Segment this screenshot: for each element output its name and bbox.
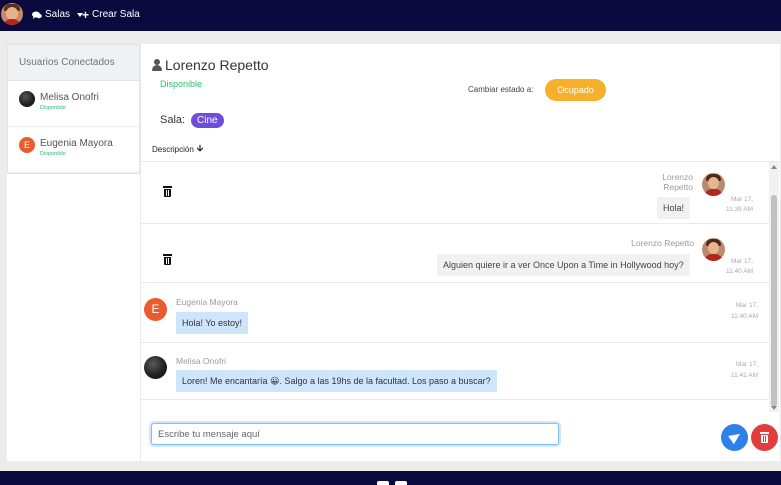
plus-icon: + xyxy=(82,8,90,22)
trash-icon xyxy=(760,432,769,443)
set-busy-button[interactable]: Ocupado xyxy=(545,79,606,101)
connected-users-panel: Usuarios Conectados Melisa Onofri Dispon… xyxy=(7,44,140,174)
scroll-down-icon[interactable] xyxy=(771,406,777,410)
message-time: 11:40 AM xyxy=(726,268,753,275)
message-date: Mar 17, xyxy=(735,361,758,368)
top-navbar: Salas + Crear Sala xyxy=(0,0,781,31)
room-user-status: Disponible xyxy=(160,79,203,89)
description-label: Descripción xyxy=(152,144,194,154)
change-status-label: Cambiar estado a: xyxy=(468,85,534,94)
message-date: Mar 17, xyxy=(730,258,753,265)
chat-room: Lorenzo Repetto Disponible Cambiar estad… xyxy=(140,44,781,461)
footer xyxy=(0,471,781,485)
current-user-avatar[interactable] xyxy=(1,3,23,25)
avatar xyxy=(144,356,167,379)
room-user-name: Lorenzo Repetto xyxy=(165,57,269,73)
sala-badge: Cine xyxy=(191,113,224,128)
connected-user-status: Disponible xyxy=(40,151,66,157)
footer-icon xyxy=(377,481,389,485)
message-time: 11:40 AM xyxy=(731,313,758,320)
message-item: Lorenzo Repetto Hola! Mar 17, 11:39 AM xyxy=(141,162,769,224)
connected-users-header: Usuarios Conectados xyxy=(8,45,139,81)
send-button[interactable] xyxy=(721,424,748,451)
paper-plane-icon xyxy=(728,429,743,445)
footer-icon xyxy=(395,481,407,485)
salas-dropdown[interactable]: Salas xyxy=(32,8,84,22)
message-sender: Lorenzo Repetto xyxy=(662,172,693,192)
crear-sala-label: Crear Sala xyxy=(92,9,140,20)
message-sender: Eugenia Mayora xyxy=(176,297,238,307)
connected-user-item[interactable]: Melisa Onofri Disponible xyxy=(8,81,139,127)
message-bubble: Hola! xyxy=(657,197,691,219)
message-item: Melisa Onofri Loren! Me encantaría 😀. Sa… xyxy=(141,343,769,400)
comments-icon xyxy=(32,11,42,19)
avatar: E xyxy=(19,137,35,153)
connected-user-name: Melisa Onofri xyxy=(40,92,99,103)
scroll-thumb[interactable] xyxy=(771,195,777,407)
message-item: E Eugenia Mayora Hola! Yo estoy! Mar 17,… xyxy=(141,283,769,343)
message-input[interactable] xyxy=(151,423,559,445)
clear-messages-button[interactable] xyxy=(751,424,778,451)
message-sender: Lorenzo Repetto xyxy=(631,238,694,248)
connected-user-name: Eugenia Mayora xyxy=(40,138,113,149)
message-time: 11:41 AM xyxy=(731,372,758,379)
message-bubble: Loren! Me encantaría 😀. Salgo a las 19hs… xyxy=(176,370,497,392)
message-date: Mar 17, xyxy=(730,196,753,203)
crear-sala-link[interactable]: + Crear Sala xyxy=(82,8,140,22)
trash-icon[interactable] xyxy=(163,254,172,265)
scroll-up-icon[interactable] xyxy=(771,165,777,169)
message-item: Lorenzo Repetto Alguien quiere ir a ver … xyxy=(141,224,769,283)
connected-user-status: Disponible xyxy=(40,105,66,111)
avatar xyxy=(19,91,35,107)
sala-label: Sala: xyxy=(160,114,186,126)
message-time: 11:39 AM xyxy=(726,206,753,213)
message-bubble: Alguien quiere ir a ver Once Upon a Time… xyxy=(437,254,690,276)
messages-scrollbar[interactable] xyxy=(769,162,779,412)
message-sender: Melisa Onofri xyxy=(176,356,227,366)
chat-card: Usuarios Conectados Melisa Onofri Dispon… xyxy=(7,44,781,461)
avatar xyxy=(702,173,725,196)
messages-list: Lorenzo Repetto Hola! Mar 17, 11:39 AM L… xyxy=(141,161,781,412)
connected-user-item[interactable]: E Eugenia Mayora Disponible xyxy=(8,127,139,173)
person-icon xyxy=(152,59,162,71)
avatar: E xyxy=(144,298,167,321)
description-toggle[interactable]: Descripción 🡫 xyxy=(152,141,203,157)
arrow-down-icon: 🡫 xyxy=(196,143,204,153)
message-bubble: Hola! Yo estoy! xyxy=(176,312,249,334)
trash-icon[interactable] xyxy=(163,186,172,197)
salas-label: Salas xyxy=(45,9,71,20)
message-date: Mar 17, xyxy=(735,302,758,309)
